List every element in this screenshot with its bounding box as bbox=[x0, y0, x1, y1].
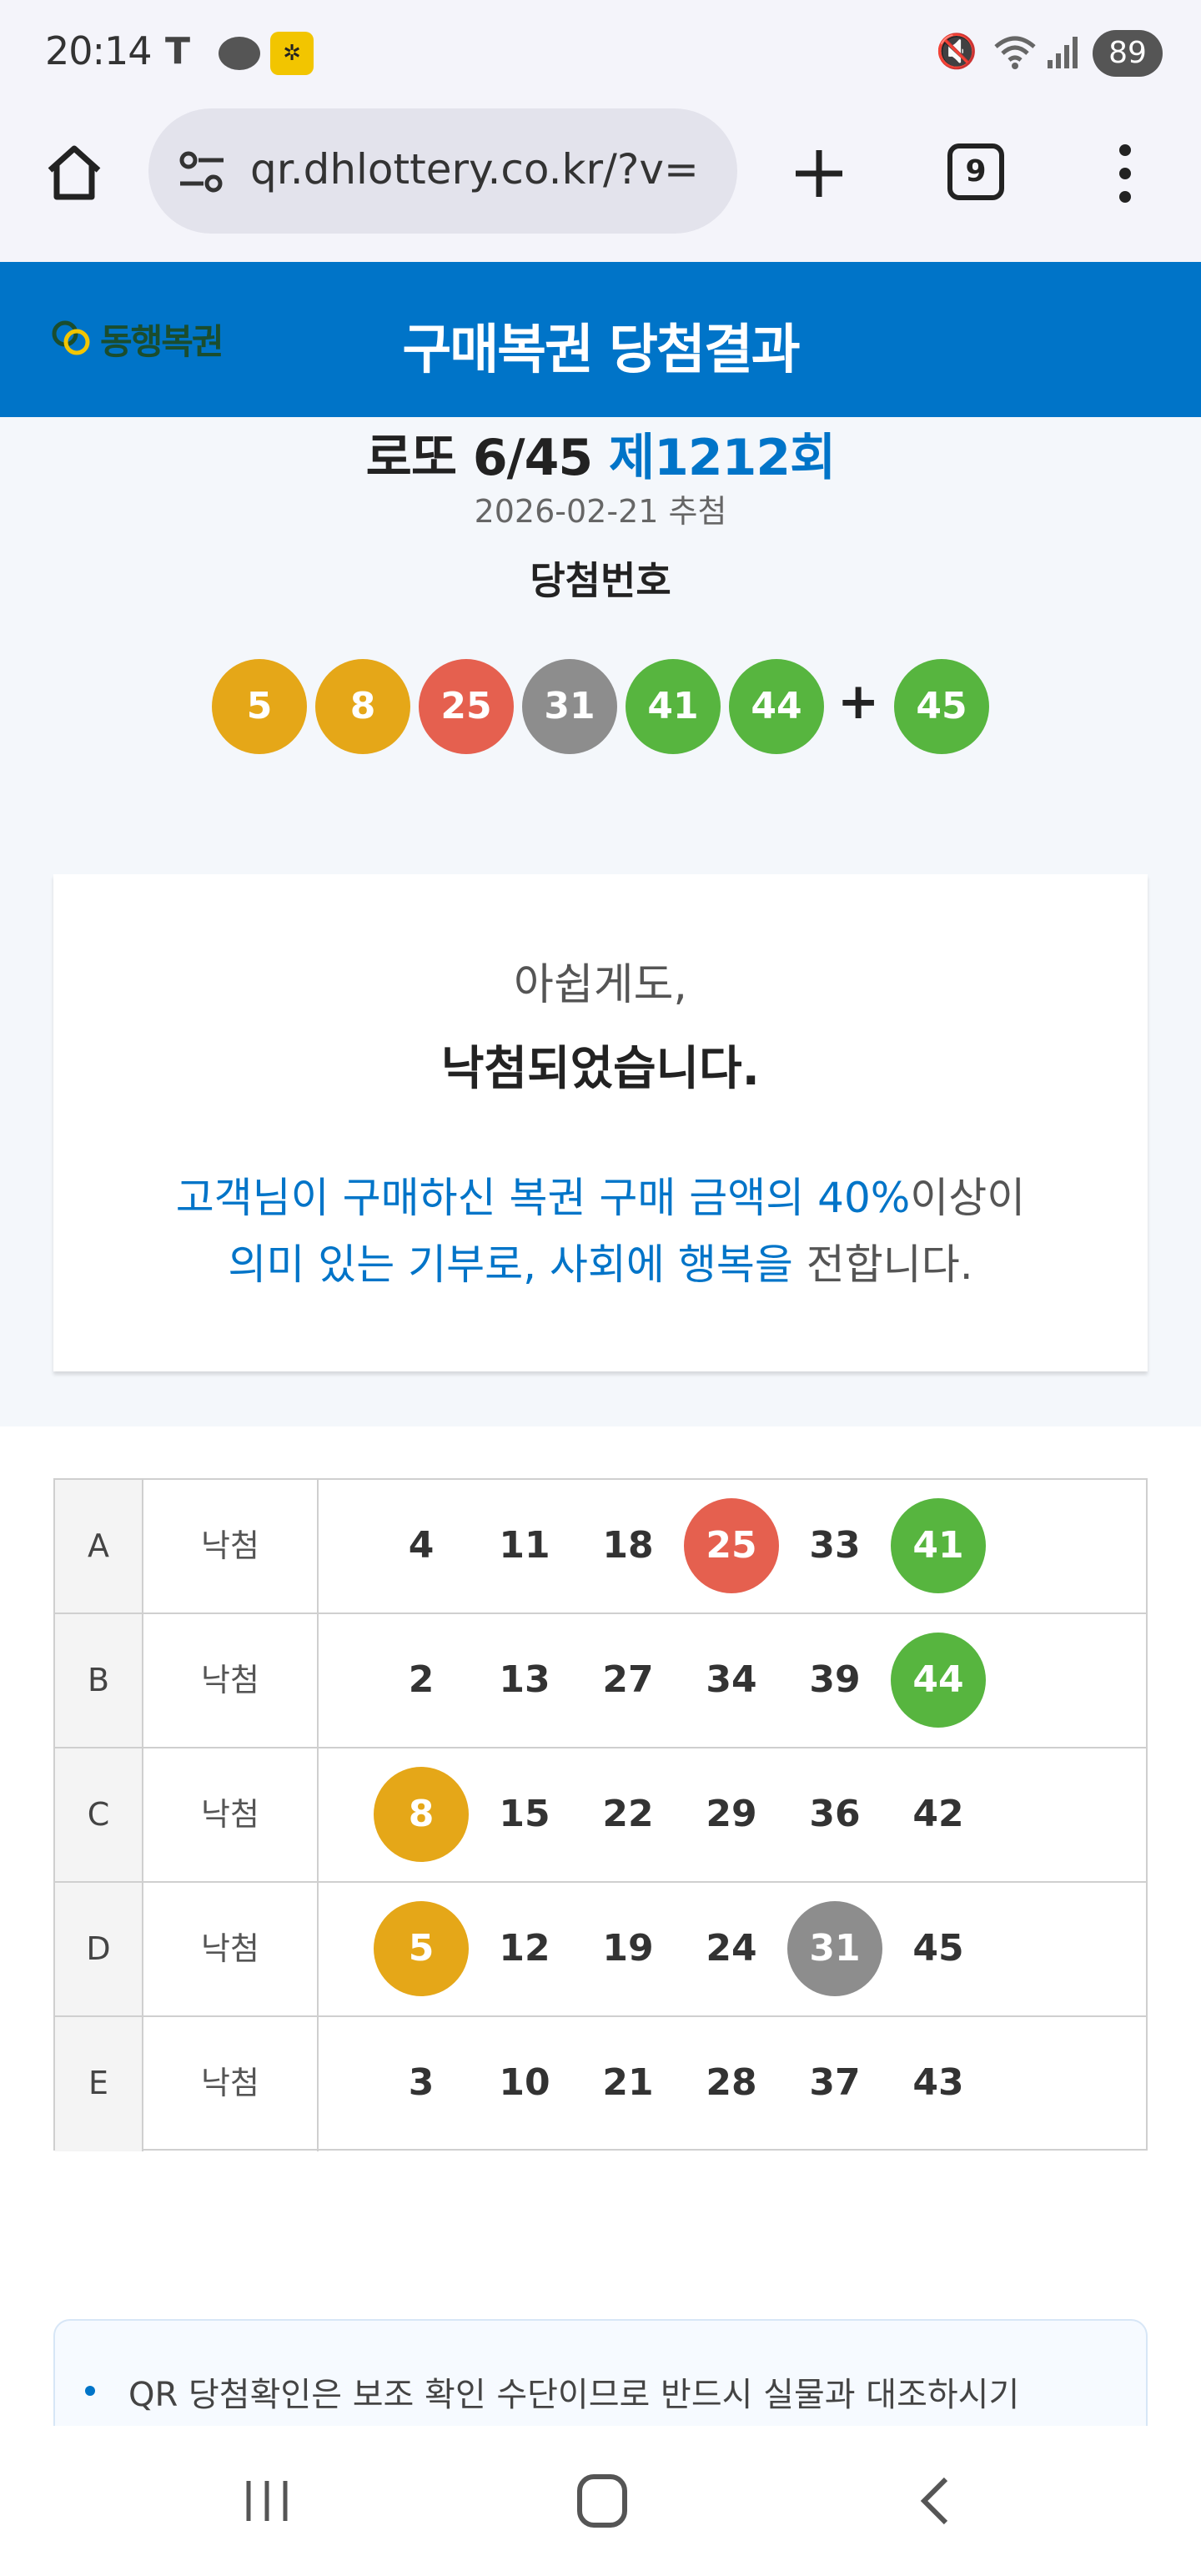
ticket-number: 19 bbox=[602, 1927, 654, 1970]
back-icon[interactable] bbox=[917, 2476, 951, 2526]
game-title: 로또 6/45 제1212회 bbox=[0, 417, 1201, 490]
ticket-number-matched: 41 bbox=[891, 1498, 986, 1593]
lotto-app-icon: ✲ bbox=[270, 32, 314, 75]
winning-ball: 25 bbox=[419, 659, 514, 754]
ticket-number: 4 bbox=[408, 1524, 435, 1567]
ticket-number: 34 bbox=[706, 1658, 757, 1701]
winning-ball: 5 bbox=[212, 659, 307, 754]
winning-ball: 8 bbox=[315, 659, 410, 754]
page-title: 구매복권 당첨결과 bbox=[402, 319, 800, 381]
ticket-row: A 낙첨 4 11 18 25 33 41 bbox=[55, 1480, 1146, 1614]
more-vert-icon[interactable] bbox=[1113, 142, 1138, 205]
recent-apps-icon[interactable] bbox=[242, 2478, 292, 2524]
ticket-result: 낙첨 bbox=[143, 1883, 319, 2015]
message-line-3-plain: 이상이 bbox=[910, 1174, 1026, 1222]
ticket-result: 낙첨 bbox=[143, 1614, 319, 1747]
draw-result-section: 로또 6/45 제1212회 2026-02-21 추첨 당첨번호 5 8 25… bbox=[0, 417, 1201, 1426]
tabs-icon[interactable]: 9 bbox=[947, 143, 1004, 200]
ticket-number: 12 bbox=[499, 1927, 550, 1970]
status-time: 20:14 bbox=[45, 28, 153, 73]
ticket-number: 37 bbox=[809, 2061, 861, 2104]
signal-icon bbox=[1048, 37, 1078, 68]
ticket-game-letter: C bbox=[55, 1748, 143, 1881]
ticket-game-letter: E bbox=[55, 2017, 143, 2151]
message-line-4: 의미 있는 기부로, 사회에 행복을 전합니다. bbox=[53, 1231, 1148, 1291]
system-nav-bar bbox=[0, 2426, 1201, 2576]
ticket-result: 낙첨 bbox=[143, 2017, 319, 2151]
battery-indicator: 89 bbox=[1093, 30, 1163, 77]
ticket-table: A 낙첨 4 11 18 25 33 41 B 낙첨 2 13 27 34 39 44 C 낙첨 8 15 22 29 36… bbox=[53, 1478, 1148, 2151]
ticket-row: C 낙첨 8 15 22 29 36 42 bbox=[55, 1748, 1146, 1883]
status-bar: 20:14 T ✲ 🔇 89 bbox=[0, 0, 1201, 108]
ticket-number-matched: 44 bbox=[891, 1633, 986, 1728]
bullet-icon bbox=[85, 2386, 95, 2396]
bonus-ball: 45 bbox=[894, 659, 989, 754]
ticket-game-letter: A bbox=[55, 1480, 143, 1613]
ticket-game-letter: B bbox=[55, 1614, 143, 1747]
ticket-number: 13 bbox=[499, 1658, 550, 1701]
ticket-number: 42 bbox=[912, 1793, 964, 1835]
mute-icon: 🔇 bbox=[936, 33, 977, 71]
ticket-number: 3 bbox=[408, 2061, 435, 2104]
app-header: 동행복권 구매복권 당첨결과 bbox=[0, 262, 1201, 417]
url-text[interactable]: qr.dhlottery.co.kr/?v= bbox=[250, 145, 717, 194]
ticket-number: 27 bbox=[602, 1658, 654, 1701]
ticket-number-matched: 31 bbox=[787, 1901, 882, 1996]
notice-text: QR 당첨확인은 보조 확인 수단이므로 반드시 실물과 대조하시기 bbox=[128, 2376, 1020, 2414]
ticket-number: 18 bbox=[602, 1524, 654, 1567]
ticket-number: 15 bbox=[499, 1793, 550, 1835]
home-nav-icon[interactable] bbox=[577, 2474, 627, 2528]
ticket-number-matched: 8 bbox=[374, 1767, 469, 1862]
draw-date: 2026-02-21 추첨 bbox=[474, 493, 727, 530]
ticket-number: 39 bbox=[809, 1658, 861, 1701]
message-line-4-plain: 전합니다. bbox=[792, 1240, 973, 1289]
new-tab-icon[interactable] bbox=[792, 147, 846, 200]
ticket-row: D 낙첨 5 12 19 24 31 45 bbox=[55, 1883, 1146, 2017]
ticket-number: 43 bbox=[912, 2061, 964, 2104]
message-line-3: 고객님이 구매하신 복권 구매 금액의 40%이상이 bbox=[53, 1165, 1148, 1225]
ticket-number: 28 bbox=[706, 2061, 757, 2104]
winning-ball: 41 bbox=[626, 659, 721, 754]
ticket-number: 45 bbox=[912, 1927, 964, 1970]
message-result: 낙첨되었습니다. bbox=[441, 1042, 760, 1096]
result-message-card: 아쉽게도, 낙첨되었습니다. 고객님이 구매하신 복권 구매 금액의 40%이상… bbox=[53, 874, 1148, 1371]
ticket-number-matched: 5 bbox=[374, 1901, 469, 1996]
tune-icon[interactable] bbox=[177, 148, 227, 195]
ticket-number: 24 bbox=[706, 1927, 757, 1970]
ticket-number: 33 bbox=[809, 1524, 861, 1567]
ticket-number: 10 bbox=[499, 2061, 550, 2104]
ticket-number: 36 bbox=[809, 1793, 861, 1835]
ticket-row: B 낙첨 2 13 27 34 39 44 bbox=[55, 1614, 1146, 1748]
wifi-icon bbox=[994, 36, 1036, 69]
draw-round: 제1212회 bbox=[608, 429, 836, 487]
winning-ball: 31 bbox=[522, 659, 617, 754]
message-line-1: 아쉽게도, bbox=[514, 960, 687, 1010]
ticket-number-matched: 25 bbox=[684, 1498, 779, 1593]
ticket-result: 낙첨 bbox=[143, 1748, 319, 1881]
ticket-number: 21 bbox=[602, 2061, 654, 2104]
ticket-number: 2 bbox=[408, 1658, 435, 1701]
ticket-number: 11 bbox=[499, 1524, 550, 1567]
message-line-4-blue: 의미 있는 기부로, 사회에 행복을 bbox=[228, 1240, 793, 1289]
ticket-number: 22 bbox=[602, 1793, 654, 1835]
ticket-game-letter: D bbox=[55, 1883, 143, 2015]
game-name: 로또 6/45 bbox=[365, 429, 593, 487]
carrier-icon: T bbox=[165, 30, 191, 73]
browser-toolbar: qr.dhlottery.co.kr/?v= 9 bbox=[0, 108, 1201, 262]
chat-bubble-icon bbox=[219, 37, 260, 70]
ticket-row: E 낙첨 3 10 21 28 37 43 bbox=[55, 2017, 1146, 2151]
home-icon[interactable] bbox=[43, 142, 105, 204]
bonus-plus-sign: + bbox=[837, 672, 880, 731]
winning-numbers-label: 당첨번호 bbox=[530, 558, 671, 603]
message-line-3-blue: 고객님이 구매하신 복권 구매 금액의 40% bbox=[175, 1174, 911, 1222]
ticket-result: 낙첨 bbox=[143, 1480, 319, 1613]
ticket-number: 29 bbox=[706, 1793, 757, 1835]
winning-ball: 44 bbox=[729, 659, 824, 754]
address-bar[interactable]: qr.dhlottery.co.kr/?v= bbox=[148, 108, 737, 234]
